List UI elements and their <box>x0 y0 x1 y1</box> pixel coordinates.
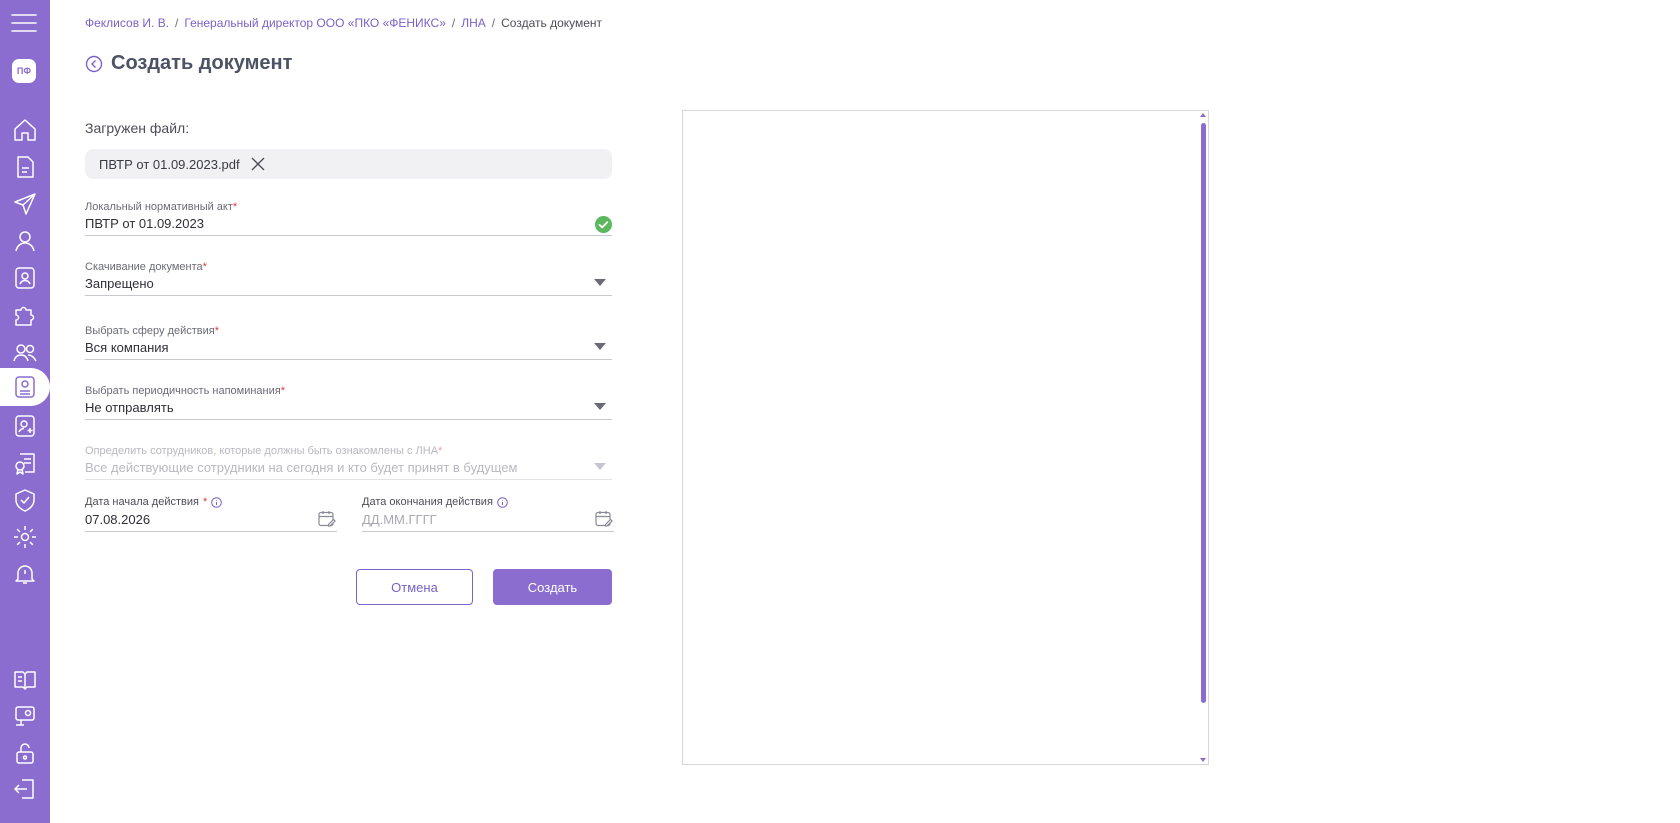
document-preview[interactable] <box>682 110 1209 765</box>
back-icon[interactable] <box>85 55 103 73</box>
employees-select: Определить сотрудников, которые должны б… <box>85 445 612 480</box>
sidebar-item-knowledge[interactable] <box>0 663 50 697</box>
download-select-label: Скачивание документа <box>85 261 203 273</box>
sidebar-item-profile[interactable] <box>0 224 50 258</box>
breadcrumb-separator: / <box>451 16 456 30</box>
download-select-value: Запрещено <box>85 276 154 291</box>
create-button[interactable]: Создать <box>493 569 612 605</box>
sidebar-item-security[interactable] <box>0 483 50 517</box>
logout-icon <box>14 779 34 799</box>
scroll-up-arrow[interactable] <box>1200 113 1206 117</box>
unlock-icon <box>16 743 34 764</box>
required-mark: * <box>214 325 220 337</box>
document-icon <box>17 156 34 178</box>
puzzle-icon <box>15 306 35 326</box>
uploaded-file-label: Загружен файл: <box>85 120 190 136</box>
chevron-down-icon[interactable] <box>594 343 606 350</box>
gear-icon <box>14 526 36 548</box>
sidebar-item-access[interactable] <box>0 736 50 770</box>
calendar-icon[interactable] <box>317 509 337 529</box>
user-add-icon <box>15 415 35 437</box>
sidebar-item-documents[interactable] <box>0 150 50 184</box>
close-icon[interactable] <box>250 156 266 172</box>
sidebar-item-team[interactable] <box>0 335 50 369</box>
required-mark: * <box>202 496 208 508</box>
lna-field-label: Локальный нормативный акт <box>85 201 233 213</box>
required-mark: * <box>232 201 238 213</box>
sidebar-item-logout[interactable] <box>0 772 50 806</box>
lna-field-value: ПВТР от 01.09.2023 <box>85 216 204 231</box>
info-icon[interactable] <box>497 496 508 508</box>
breadcrumb-item[interactable]: Феклисов И. В. <box>85 16 169 30</box>
user-badge-icon <box>15 267 35 289</box>
scope-select-label: Выбрать сферу действия <box>85 325 215 337</box>
start-date-label: Дата начала действия <box>85 496 199 508</box>
certificate-icon <box>15 453 35 475</box>
end-date-label: Дата окончания действия <box>362 496 493 508</box>
employees-select-value: Все действующие сотрудники на сегодня и … <box>85 460 518 475</box>
breadcrumb-item[interactable]: ЛНА <box>461 16 486 30</box>
info-icon[interactable] <box>211 496 223 508</box>
required-mark: * <box>280 385 286 397</box>
chevron-down-icon <box>594 463 606 470</box>
page-title: Создать документ <box>111 52 293 74</box>
shield-check-icon <box>15 489 35 512</box>
download-select[interactable]: Скачивание документа* Запрещено <box>85 261 612 296</box>
team-icon <box>13 344 37 362</box>
end-date-placeholder[interactable]: ДД.ММ.ГГГГ <box>362 512 614 531</box>
start-date-field[interactable]: Дата начала действия * 07.08.2026 <box>85 496 337 532</box>
breadcrumb: Феклисов И. В. / Генеральный директор ОО… <box>85 16 602 30</box>
sidebar-item-settings[interactable] <box>0 520 50 554</box>
sidebar: ПФ <box>0 0 50 823</box>
page-header: Создать документ <box>85 52 292 75</box>
reminder-select-value: Не отправлять <box>85 400 174 415</box>
required-mark: * <box>202 261 207 273</box>
user-icon <box>15 231 35 252</box>
required-mark: * <box>438 445 443 457</box>
end-date-field[interactable]: Дата окончания действия ДД.ММ.ГГГГ <box>362 496 614 532</box>
reminder-select[interactable]: Выбрать периодичность напоминания* Не от… <box>85 385 612 420</box>
breadcrumb-item[interactable]: Генеральный директор ООО «ПКО «ФЕНИКС» <box>184 16 446 30</box>
employees-select-label: Определить сотрудников, которые должны б… <box>85 445 439 457</box>
scope-select[interactable]: Выбрать сферу действия* Вся компания <box>85 325 612 360</box>
sidebar-item-home[interactable] <box>0 113 50 147</box>
sidebar-item-modules[interactable] <box>0 298 50 332</box>
book-open-icon <box>14 671 36 690</box>
check-circle-icon <box>595 216 612 233</box>
start-date-value[interactable]: 07.08.2026 <box>85 512 337 531</box>
breadcrumb-separator: / <box>491 16 496 30</box>
home-icon <box>14 119 36 141</box>
sidebar-item-certificates[interactable] <box>0 446 50 480</box>
sidebar-item-add-user[interactable] <box>0 409 50 443</box>
lna-book-icon <box>15 376 35 398</box>
sidebar-item-employees[interactable] <box>0 261 50 295</box>
bell-alert-icon <box>15 565 35 584</box>
presentation-icon <box>15 706 35 726</box>
reminder-select-label: Выбрать периодичность напоминания <box>85 385 281 397</box>
scope-select-value: Вся компания <box>85 340 169 355</box>
sidebar-item-notifications[interactable] <box>0 557 50 591</box>
app-logo[interactable]: ПФ <box>12 59 36 83</box>
send-icon <box>14 193 36 215</box>
scroll-down-arrow[interactable] <box>1200 758 1206 762</box>
file-name: ПВТР от 01.09.2023.pdf <box>99 156 240 172</box>
sidebar-item-lna[interactable] <box>0 368 50 406</box>
breadcrumb-separator: / <box>175 16 179 30</box>
file-chip: ПВТР от 01.09.2023.pdf <box>85 149 612 179</box>
sidebar-item-send[interactable] <box>0 187 50 221</box>
chevron-down-icon[interactable] <box>594 279 606 286</box>
cancel-button[interactable]: Отмена <box>356 569 473 605</box>
sidebar-item-training[interactable] <box>0 699 50 733</box>
menu-icon[interactable] <box>11 12 37 34</box>
calendar-icon[interactable] <box>594 509 614 529</box>
lna-field[interactable]: Локальный нормативный акт* ПВТР от 01.09… <box>85 201 612 236</box>
breadcrumb-current: Создать документ <box>501 16 603 30</box>
chevron-down-icon[interactable] <box>594 403 606 410</box>
scrollbar[interactable] <box>1201 123 1206 703</box>
